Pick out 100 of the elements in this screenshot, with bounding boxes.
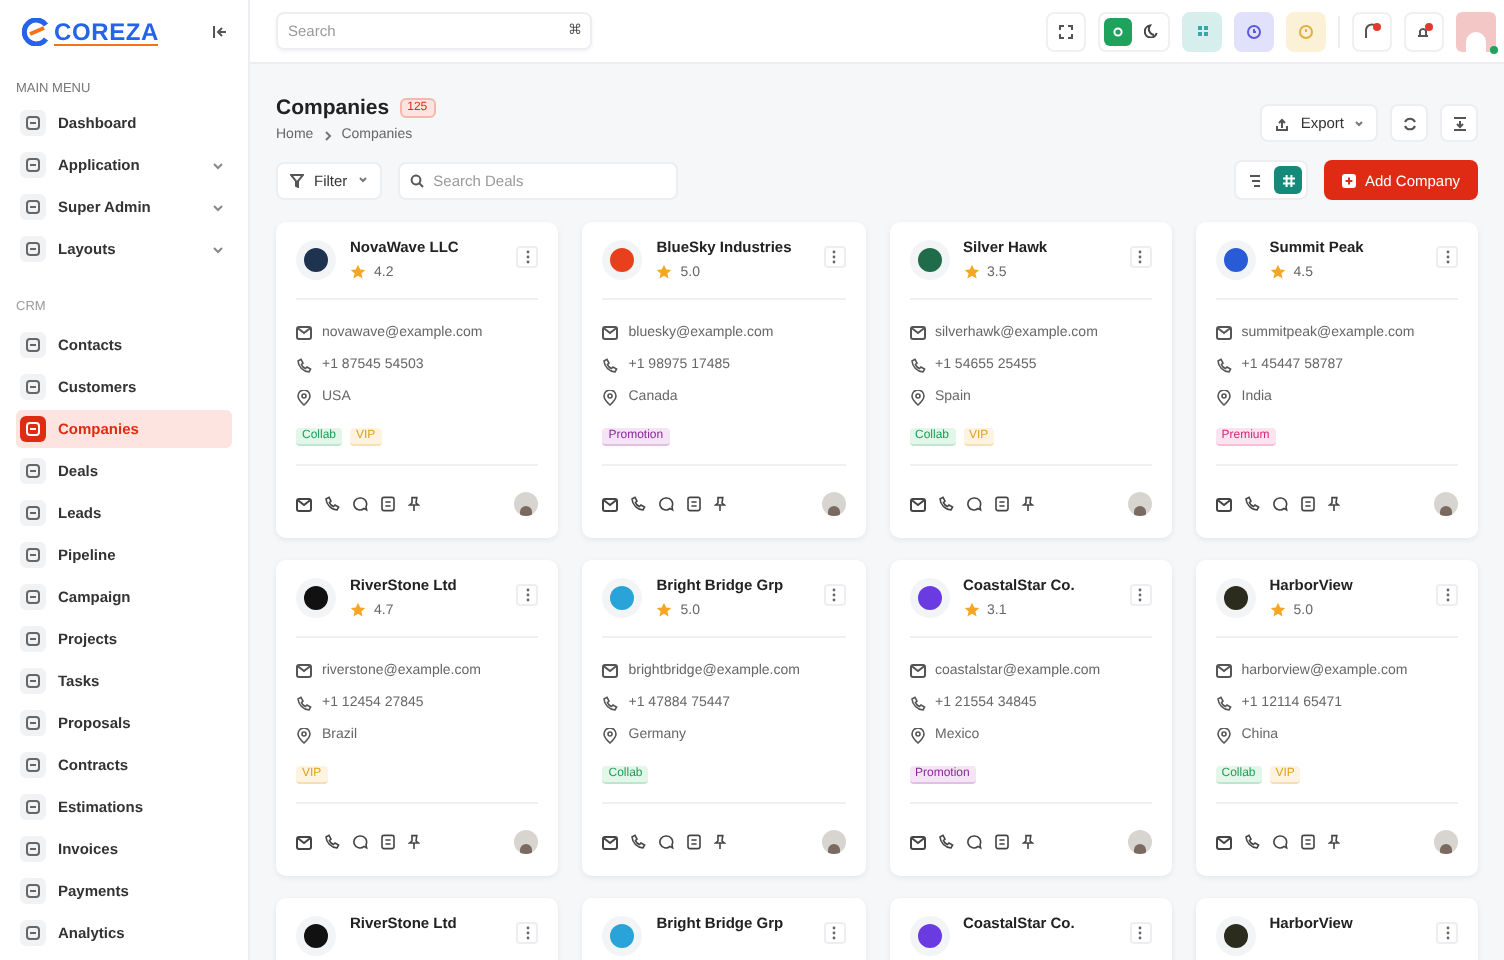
pin-icon[interactable] — [408, 834, 420, 850]
search-icon — [409, 173, 424, 187]
menu-glyph-icon — [20, 110, 46, 136]
envelope-icon[interactable] — [602, 497, 619, 511]
owner-avatar[interactable] — [821, 830, 845, 854]
envelope-icon — [909, 326, 925, 340]
more-options-button[interactable] — [1129, 246, 1152, 268]
chat-icon[interactable] — [965, 496, 981, 512]
chat-icon[interactable] — [352, 496, 368, 512]
star-icon — [656, 264, 673, 280]
document-icon[interactable] — [1299, 496, 1316, 512]
more-options-button[interactable] — [516, 922, 539, 944]
more-options-button[interactable] — [1129, 922, 1152, 944]
phone-icon — [1215, 695, 1232, 711]
chat-icon[interactable] — [965, 834, 981, 850]
pin-icon[interactable] — [714, 496, 727, 512]
more-options-button[interactable] — [1436, 246, 1458, 268]
clock-icon[interactable] — [1234, 11, 1274, 51]
pin-icon[interactable] — [714, 834, 727, 850]
more-options-button[interactable] — [823, 246, 845, 268]
more-options-button[interactable] — [516, 246, 539, 268]
notification-icon[interactable] — [1352, 11, 1392, 51]
owner-avatar[interactable] — [514, 492, 539, 516]
phone-icon[interactable] — [937, 834, 953, 850]
star-icon — [963, 264, 979, 280]
menu-glyph-icon — [20, 374, 46, 400]
refresh-button[interactable] — [1390, 104, 1428, 142]
envelope-icon[interactable] — [909, 835, 925, 849]
owner-avatar[interactable] — [1127, 492, 1152, 516]
owner-avatar[interactable] — [1127, 830, 1152, 854]
kebab-icon — [525, 250, 530, 264]
document-icon[interactable] — [380, 496, 396, 512]
more-options-button[interactable] — [823, 922, 845, 944]
chat-icon[interactable] — [1271, 496, 1288, 512]
chat-icon[interactable] — [658, 496, 675, 512]
phone-icon[interactable] — [324, 496, 340, 512]
more-options-button[interactable] — [516, 584, 539, 606]
owner-avatar[interactable] — [514, 830, 539, 854]
grid-icon — [1281, 173, 1296, 187]
envelope-icon[interactable] — [909, 497, 925, 511]
pin-icon[interactable] — [1327, 496, 1340, 512]
star-icon — [1269, 602, 1286, 618]
phone-icon — [602, 357, 619, 373]
more-options-button[interactable] — [1436, 584, 1458, 606]
menu-glyph-icon — [20, 332, 46, 358]
chat-icon[interactable] — [1271, 834, 1288, 850]
collapse-button[interactable] — [1440, 104, 1478, 142]
menu-glyph-icon — [20, 710, 46, 736]
owner-avatar[interactable] — [821, 492, 845, 516]
document-icon[interactable] — [993, 496, 1009, 512]
menu-glyph-icon — [20, 500, 46, 526]
location-icon — [1215, 389, 1232, 405]
envelope-icon[interactable] — [296, 835, 312, 849]
grid-icon[interactable] — [1182, 11, 1222, 51]
envelope-icon[interactable] — [1215, 835, 1232, 849]
pin-icon[interactable] — [1327, 834, 1340, 850]
menu-glyph-icon — [20, 752, 46, 778]
phone-icon[interactable] — [937, 496, 953, 512]
document-icon[interactable] — [993, 834, 1009, 850]
menu-glyph-icon — [20, 668, 46, 694]
chat-icon[interactable] — [352, 834, 368, 850]
fullscreen-button[interactable] — [1046, 11, 1086, 51]
phone-icon[interactable] — [324, 834, 340, 850]
menu-glyph-icon — [20, 416, 46, 442]
document-icon[interactable] — [686, 834, 703, 850]
bell-icon[interactable] — [1404, 11, 1444, 51]
star-icon — [350, 264, 366, 280]
chevron-right-icon — [323, 129, 332, 141]
pin-icon[interactable] — [408, 496, 420, 512]
more-options-button[interactable] — [1436, 922, 1458, 944]
filter-icon — [290, 173, 304, 187]
grid-view-button[interactable] — [1274, 166, 1303, 194]
owner-avatar[interactable] — [1434, 492, 1458, 516]
pin-icon[interactable] — [1021, 834, 1033, 850]
menu-glyph-icon — [20, 626, 46, 652]
document-icon[interactable] — [380, 834, 396, 850]
envelope-icon[interactable] — [1215, 497, 1232, 511]
brand-name: COREZA — [54, 19, 159, 45]
upload-icon — [1274, 115, 1291, 131]
owner-avatar[interactable] — [1434, 830, 1458, 854]
document-icon[interactable] — [1299, 834, 1316, 850]
phone-icon[interactable] — [1243, 496, 1260, 512]
location-icon — [602, 389, 619, 405]
pin-icon[interactable] — [1021, 496, 1033, 512]
envelope-icon — [602, 664, 619, 678]
chat-icon[interactable] — [658, 834, 675, 850]
location-icon — [602, 727, 619, 743]
more-options-button[interactable] — [823, 584, 845, 606]
star-icon — [656, 602, 673, 618]
phone-icon[interactable] — [630, 496, 647, 512]
phone-icon[interactable] — [1243, 834, 1260, 850]
document-icon[interactable] — [686, 496, 703, 512]
kebab-icon — [525, 926, 530, 940]
envelope-icon[interactable] — [296, 497, 312, 511]
menu-glyph-icon — [20, 194, 46, 220]
more-options-button[interactable] — [1129, 584, 1152, 606]
collapse-sidebar-icon[interactable] — [212, 24, 228, 40]
phone-icon[interactable] — [630, 834, 647, 850]
caret-icon — [357, 176, 368, 184]
envelope-icon[interactable] — [602, 835, 619, 849]
